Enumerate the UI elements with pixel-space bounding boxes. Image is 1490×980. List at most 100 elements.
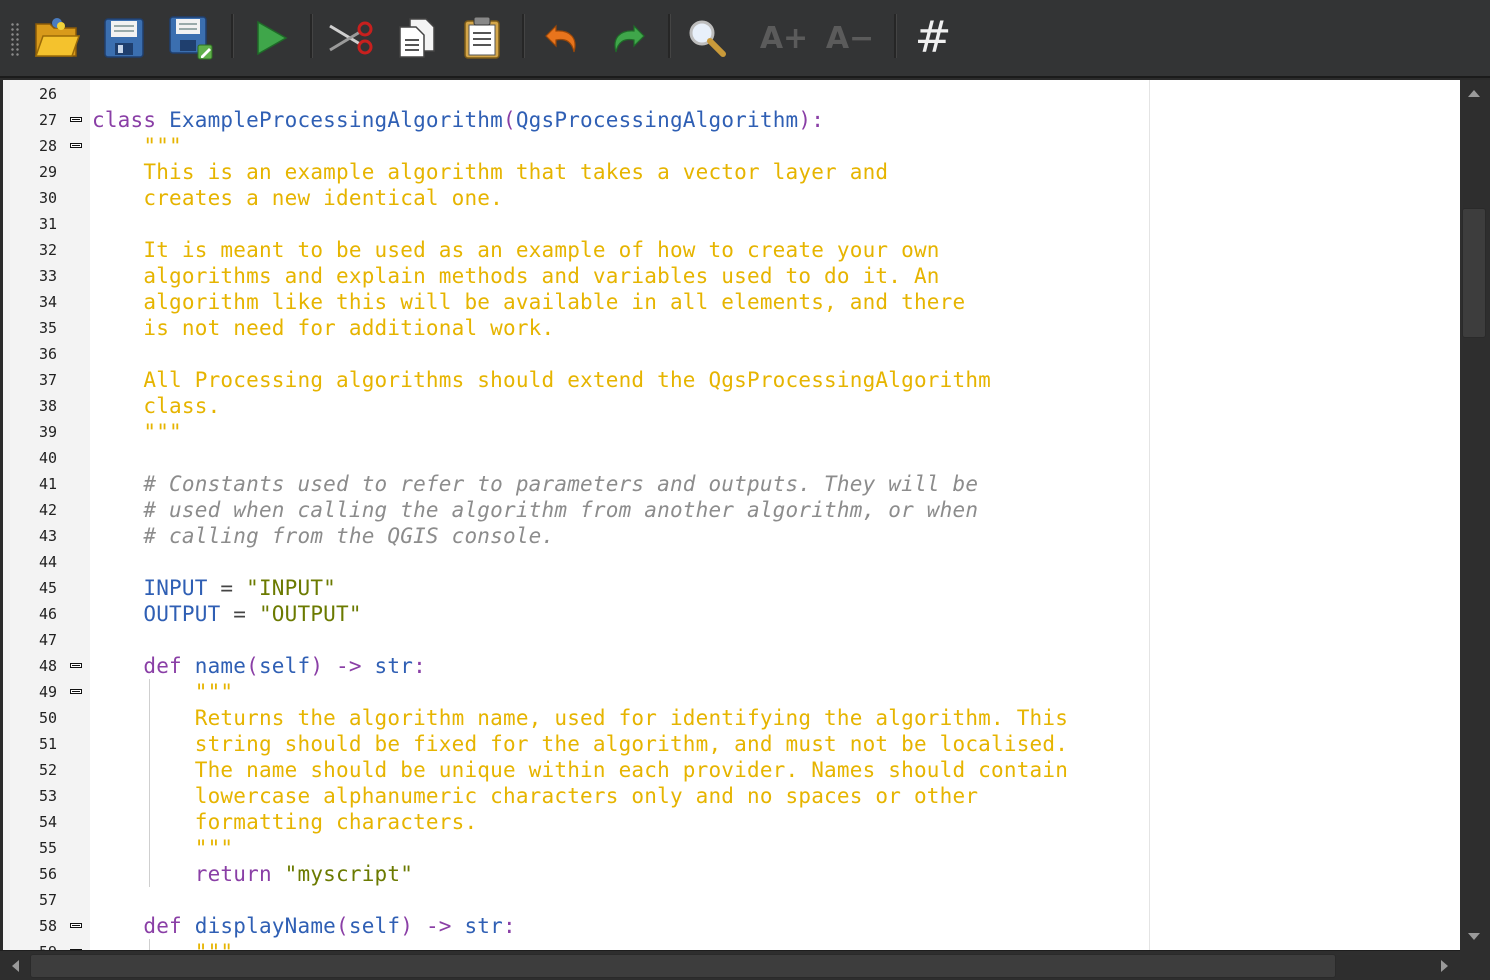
- code-token: # Constants used to refer to parameters …: [92, 472, 979, 496]
- code-line[interactable]: 37 All Processing algorithms should exte…: [3, 367, 1460, 393]
- toolbar-separator: [310, 14, 313, 58]
- code-line[interactable]: 30 creates a new identical one.: [3, 185, 1460, 211]
- code-line[interactable]: 59 """: [3, 939, 1460, 950]
- code-line[interactable]: 53 lowercase alphanumeric characters onl…: [3, 783, 1460, 809]
- open-script-button[interactable]: [31, 12, 83, 64]
- code-line[interactable]: 32 It is meant to be used as an example …: [3, 237, 1460, 263]
- scroll-left-arrow-icon[interactable]: [3, 954, 27, 978]
- line-code: is not need for additional work.: [92, 315, 554, 341]
- decrease-font-button[interactable]: A−: [824, 12, 876, 64]
- code-line[interactable]: 56 return "myscript": [3, 861, 1460, 887]
- code-line[interactable]: 51 string should be fixed for the algori…: [3, 731, 1460, 757]
- toggle-comment-button[interactable]: #: [907, 12, 959, 64]
- code-line[interactable]: 39 """: [3, 419, 1460, 445]
- code-line[interactable]: 49 """: [3, 679, 1460, 705]
- scroll-right-arrow-icon[interactable]: [1433, 954, 1457, 978]
- code-line[interactable]: 29 This is an example algorithm that tak…: [3, 159, 1460, 185]
- redo-arrow-icon: [614, 24, 645, 53]
- line-number: 44: [38, 553, 57, 571]
- find-button[interactable]: [681, 12, 733, 64]
- code-line[interactable]: 54 formatting characters.: [3, 809, 1460, 835]
- magnifier-icon: [689, 20, 726, 57]
- code-line[interactable]: 50 Returns the algorithm name, used for …: [3, 705, 1460, 731]
- code-token: (: [502, 108, 516, 132]
- paste-button[interactable]: [456, 12, 508, 64]
- code-token: "OUTPUT": [258, 602, 362, 626]
- vertical-scrollbar[interactable]: [1460, 80, 1490, 950]
- code-line[interactable]: 38 class.: [3, 393, 1460, 419]
- redo-button[interactable]: [602, 12, 654, 64]
- folder-open-icon: [34, 18, 81, 57]
- line-number: 48: [38, 657, 57, 675]
- line-number: 37: [38, 371, 57, 389]
- code-line[interactable]: 55 """: [3, 835, 1460, 861]
- fold-toggle-icon[interactable]: [70, 923, 82, 928]
- line-code: creates a new identical one.: [92, 185, 503, 211]
- code-line[interactable]: 28 """: [3, 133, 1460, 159]
- code-token: return: [92, 862, 285, 886]
- code-line[interactable]: 36: [3, 341, 1460, 367]
- code-token: """: [92, 420, 182, 444]
- code-line[interactable]: 42 # used when calling the algorithm fro…: [3, 497, 1460, 523]
- line-number: 47: [38, 631, 57, 649]
- line-number: 38: [38, 397, 57, 415]
- fold-toggle-icon[interactable]: [70, 689, 82, 694]
- fold-toggle-icon[interactable]: [70, 143, 82, 148]
- line-code: OUTPUT = "OUTPUT": [92, 601, 362, 627]
- horizontal-scroll-thumb[interactable]: [30, 954, 1336, 978]
- increase-font-button[interactable]: A+: [758, 12, 810, 64]
- line-code: # calling from the QGIS console.: [92, 523, 554, 549]
- fold-toggle-icon[interactable]: [70, 663, 82, 668]
- horizontal-scrollbar[interactable]: [0, 950, 1460, 980]
- save-script-button[interactable]: [98, 12, 150, 64]
- scroll-down-arrow-icon[interactable]: [1461, 926, 1487, 948]
- code-editor[interactable]: 26 27 class ExampleProcessingAlgorithm(Qgs…: [3, 80, 1460, 950]
- code-token: All Processing algorithms should extend …: [92, 368, 992, 392]
- code-line[interactable]: 48 def name(self) -> str:: [3, 653, 1460, 679]
- code-token: :: [413, 654, 426, 678]
- copy-button[interactable]: [390, 12, 442, 64]
- code-line[interactable]: 41 # Constants used to refer to paramete…: [3, 471, 1460, 497]
- code-line[interactable]: 31: [3, 211, 1460, 237]
- code-token: "myscript": [284, 862, 414, 886]
- code-line[interactable]: 52 The name should be unique within each…: [3, 757, 1460, 783]
- code-token: ): [400, 914, 426, 938]
- code-line[interactable]: 47: [3, 627, 1460, 653]
- code-token: Returns the algorithm name, used for ide…: [92, 706, 1069, 730]
- line-number: 49: [38, 683, 57, 701]
- line-code: It is meant to be used as an example of …: [92, 237, 940, 263]
- code-line[interactable]: 58 def displayName(self) -> str:: [3, 913, 1460, 939]
- code-line[interactable]: 45 INPUT = "INPUT": [3, 575, 1460, 601]
- code-line[interactable]: 34 algorithm like this will be available…: [3, 289, 1460, 315]
- code-line[interactable]: 57: [3, 887, 1460, 913]
- save-as-button[interactable]: [165, 12, 217, 64]
- code-token: "INPUT": [246, 576, 337, 600]
- line-code: The name should be unique within each pr…: [92, 757, 1068, 783]
- line-code: # Constants used to refer to parameters …: [92, 471, 978, 497]
- run-script-button[interactable]: [244, 12, 296, 64]
- code-line[interactable]: 46 OUTPUT = "OUTPUT": [3, 601, 1460, 627]
- code-line[interactable]: 26: [3, 81, 1460, 107]
- undo-button[interactable]: [536, 12, 588, 64]
- code-line[interactable]: 35 is not need for additional work.: [3, 315, 1460, 341]
- code-line[interactable]: 40: [3, 445, 1460, 471]
- line-number: 39: [38, 423, 57, 441]
- code-line[interactable]: 44: [3, 549, 1460, 575]
- fold-toggle-icon[interactable]: [70, 117, 82, 122]
- code-token: # calling from the QGIS console.: [92, 524, 555, 548]
- toolbar-drag-handle[interactable]: [10, 22, 20, 56]
- code-line[interactable]: 43 # calling from the QGIS console.: [3, 523, 1460, 549]
- code-line[interactable]: 27 class ExampleProcessingAlgorithm(QgsPr…: [3, 107, 1460, 133]
- code-line[interactable]: 33 algorithms and explain methods and va…: [3, 263, 1460, 289]
- code-token: class.: [92, 394, 221, 418]
- vertical-scroll-thumb[interactable]: [1462, 208, 1486, 338]
- cut-button[interactable]: [324, 12, 376, 64]
- line-number: 35: [38, 319, 57, 337]
- line-code: class ExampleProcessingAlgorithm(QgsProc…: [92, 107, 824, 133]
- toolbar-separator: [522, 14, 525, 58]
- line-code: # used when calling the algorithm from a…: [92, 497, 978, 523]
- code-token: algorithms and explain methods and varia…: [92, 264, 940, 288]
- line-number: 46: [38, 605, 57, 623]
- scroll-up-arrow-icon[interactable]: [1461, 82, 1487, 104]
- code-token: creates a new identical one.: [92, 186, 503, 210]
